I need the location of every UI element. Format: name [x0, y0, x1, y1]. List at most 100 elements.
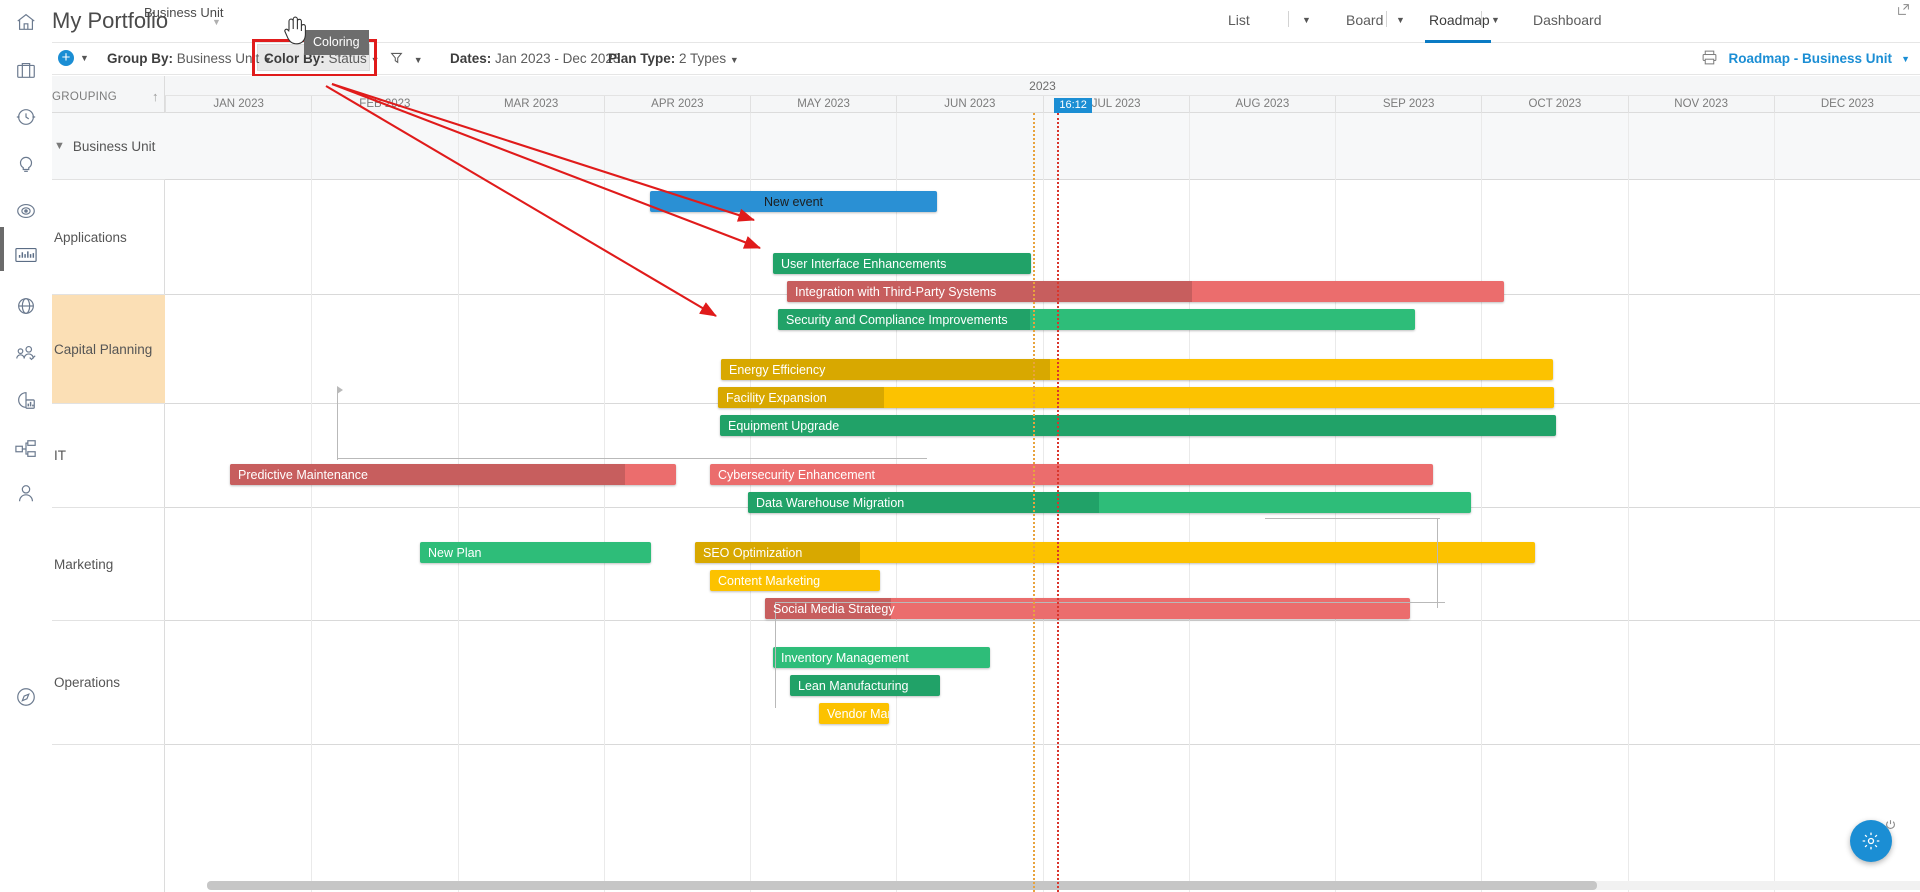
add-button[interactable]: +: [58, 50, 74, 66]
timeline-bar[interactable]: Cybersecurity Enhancement: [710, 464, 1433, 485]
group-row-label[interactable]: IT: [42, 404, 165, 508]
tab-divider: [1481, 11, 1482, 27]
dates-control[interactable]: Dates: Jan 2023 - Dec 2023: [450, 51, 620, 66]
person-icon[interactable]: [0, 471, 52, 515]
timeline-bar-label: New Plan: [428, 545, 482, 560]
plan-type-control[interactable]: Plan Type: 2 Types ▼: [608, 51, 739, 66]
tab-board-caret[interactable]: ▼: [1396, 15, 1405, 25]
sort-ascending-icon[interactable]: ↑: [152, 89, 159, 104]
compass-icon[interactable]: [0, 675, 52, 719]
today-marker-line: [1057, 113, 1060, 892]
group-by-label: Group By:: [107, 51, 173, 66]
plan-type-value: 2 Types: [679, 51, 727, 66]
hierarchy-icon[interactable]: [0, 427, 52, 471]
timeline-bar[interactable]: User Interface Enhancements: [773, 253, 1031, 274]
timeline-bar[interactable]: Equipment Upgrade: [720, 415, 1556, 436]
timeline-bar[interactable]: New event: [650, 191, 937, 212]
timeline-bar-label: Content Marketing: [718, 573, 821, 588]
timeline-bar[interactable]: New Plan: [420, 542, 651, 563]
timeline-bar[interactable]: Lean Manufacturing: [790, 675, 940, 696]
bulb-icon[interactable]: [0, 142, 52, 186]
briefcase-icon[interactable]: [0, 48, 52, 92]
timeline-bar[interactable]: Facility Expansion: [718, 387, 1554, 408]
expand-icon[interactable]: [1897, 3, 1910, 21]
tab-list-caret[interactable]: ▼: [1302, 15, 1311, 25]
month-header-cell: AUG 2023: [1188, 96, 1335, 113]
timeline-bar[interactable]: Content Marketing: [710, 570, 880, 591]
timeline-bar-label: Integration with Third-Party Systems: [795, 284, 997, 299]
target-icon[interactable]: [0, 189, 52, 233]
timeline-bar-label: SEO Optimization: [703, 545, 803, 560]
timeline-bar[interactable]: Predictive Maintenance: [230, 464, 676, 485]
month-header-cell: FEB 2023: [311, 96, 457, 113]
chevron-down-icon[interactable]: ▼: [54, 140, 65, 152]
timeline-bar-label: Facility Expansion: [726, 390, 827, 405]
tab-roadmap-caret[interactable]: ▼: [1491, 15, 1500, 25]
chevron-down-icon[interactable]: ▼: [371, 55, 380, 65]
timeline-bar[interactable]: Data Warehouse Migration: [748, 492, 1471, 513]
group-by-control[interactable]: Group By: Business Unit ▼: [107, 51, 272, 66]
timeline-bar-label: Vendor Man: [827, 706, 889, 721]
home-icon[interactable]: [0, 0, 52, 44]
roadmap-app: My Portfolio Business Unit ▼ List ▼ Boar…: [0, 0, 1920, 892]
timeline-bar-label: Energy Efficiency: [729, 362, 826, 377]
timeline-bar-label: Inventory Management: [781, 650, 909, 665]
timeline-bar-label: Predictive Maintenance: [238, 467, 368, 482]
timeline-bar[interactable]: Inventory Management: [773, 647, 990, 668]
timeline-bar[interactable]: SEO Optimization: [695, 542, 1535, 563]
tab-dashboard[interactable]: Dashboard: [1533, 12, 1602, 28]
month-header: JAN 2023 FEB 2023 MAR 2023 APR 2023 MAY 2023…: [165, 96, 1920, 113]
globe-icon[interactable]: [0, 284, 52, 328]
year-label: 2023: [1029, 79, 1056, 93]
chevron-down-icon[interactable]: ▼: [730, 55, 739, 65]
month-header-cell: JUN 2023: [896, 96, 1042, 113]
grid-line: [1627, 113, 1629, 892]
tab-divider: [1386, 11, 1387, 27]
timeline-bar[interactable]: Energy Efficiency: [721, 359, 1553, 380]
tab-list[interactable]: List: [1228, 12, 1250, 28]
timeline-bar[interactable]: Vendor Man: [819, 703, 889, 724]
clock-icon[interactable]: [0, 95, 52, 139]
chart-icon[interactable]: [0, 233, 52, 277]
timeline-bar-label: Lean Manufacturing: [798, 678, 909, 693]
group-row-name: Capital Planning: [54, 341, 153, 357]
roadmap-title[interactable]: Roadmap - Business Unit: [1728, 51, 1892, 66]
grid-line: [603, 113, 605, 892]
baseline-marker-line: [1033, 113, 1036, 892]
chevron-down-icon[interactable]: ▼: [414, 55, 423, 65]
filter-icon[interactable]: ▼: [390, 51, 423, 66]
group-row-label[interactable]: Applications: [42, 180, 165, 295]
horizontal-scrollbar[interactable]: [207, 881, 1920, 890]
left-nav-rail: [0, 0, 52, 892]
print-icon[interactable]: [1701, 49, 1718, 71]
pie-report-icon[interactable]: [0, 378, 52, 422]
dependency-link: [337, 390, 339, 460]
group-row-label[interactable]: Operations: [42, 621, 165, 745]
month-header-cell: MAR 2023: [457, 96, 604, 113]
month-header-cell: NOV 2023: [1627, 96, 1774, 113]
grid-line: [1773, 113, 1775, 892]
tab-board[interactable]: Board: [1346, 12, 1383, 28]
now-marker-chip: 16:12: [1054, 98, 1093, 113]
timeline-bar-label: New event: [763, 194, 824, 209]
chevron-down-icon[interactable]: ▼: [212, 17, 221, 27]
timeline-bar-label: Social Media Strategy: [773, 601, 895, 616]
timeline-bar[interactable]: Security and Compliance Improvements: [778, 309, 1415, 330]
power-icon[interactable]: [1885, 817, 1896, 830]
group-row-label[interactable]: Marketing: [42, 508, 165, 621]
users-check-icon[interactable]: [0, 331, 52, 375]
dates-label: Dates:: [450, 51, 492, 66]
timeline-bar-label: Equipment Upgrade: [728, 418, 840, 433]
plan-type-label: Plan Type:: [608, 51, 676, 66]
group-row-label[interactable]: Capital Planning: [42, 295, 165, 404]
year-header: 2023: [165, 76, 1920, 96]
grid-line: [1481, 113, 1483, 892]
timeline-bar-label: User Interface Enhancements: [781, 256, 947, 271]
timeline-canvas: New event User Interface Enhancements Inte…: [165, 113, 1920, 892]
group-row-label[interactable]: ▼ Business Unit: [42, 113, 165, 180]
add-caret-icon[interactable]: ▼: [80, 53, 89, 63]
timeline-bar[interactable]: Integration with Third-Party Systems: [787, 281, 1504, 302]
group-by-value: Business Unit: [176, 51, 260, 66]
chevron-down-icon[interactable]: ▼: [1901, 54, 1910, 64]
scrollbar-thumb[interactable]: [207, 881, 1597, 890]
